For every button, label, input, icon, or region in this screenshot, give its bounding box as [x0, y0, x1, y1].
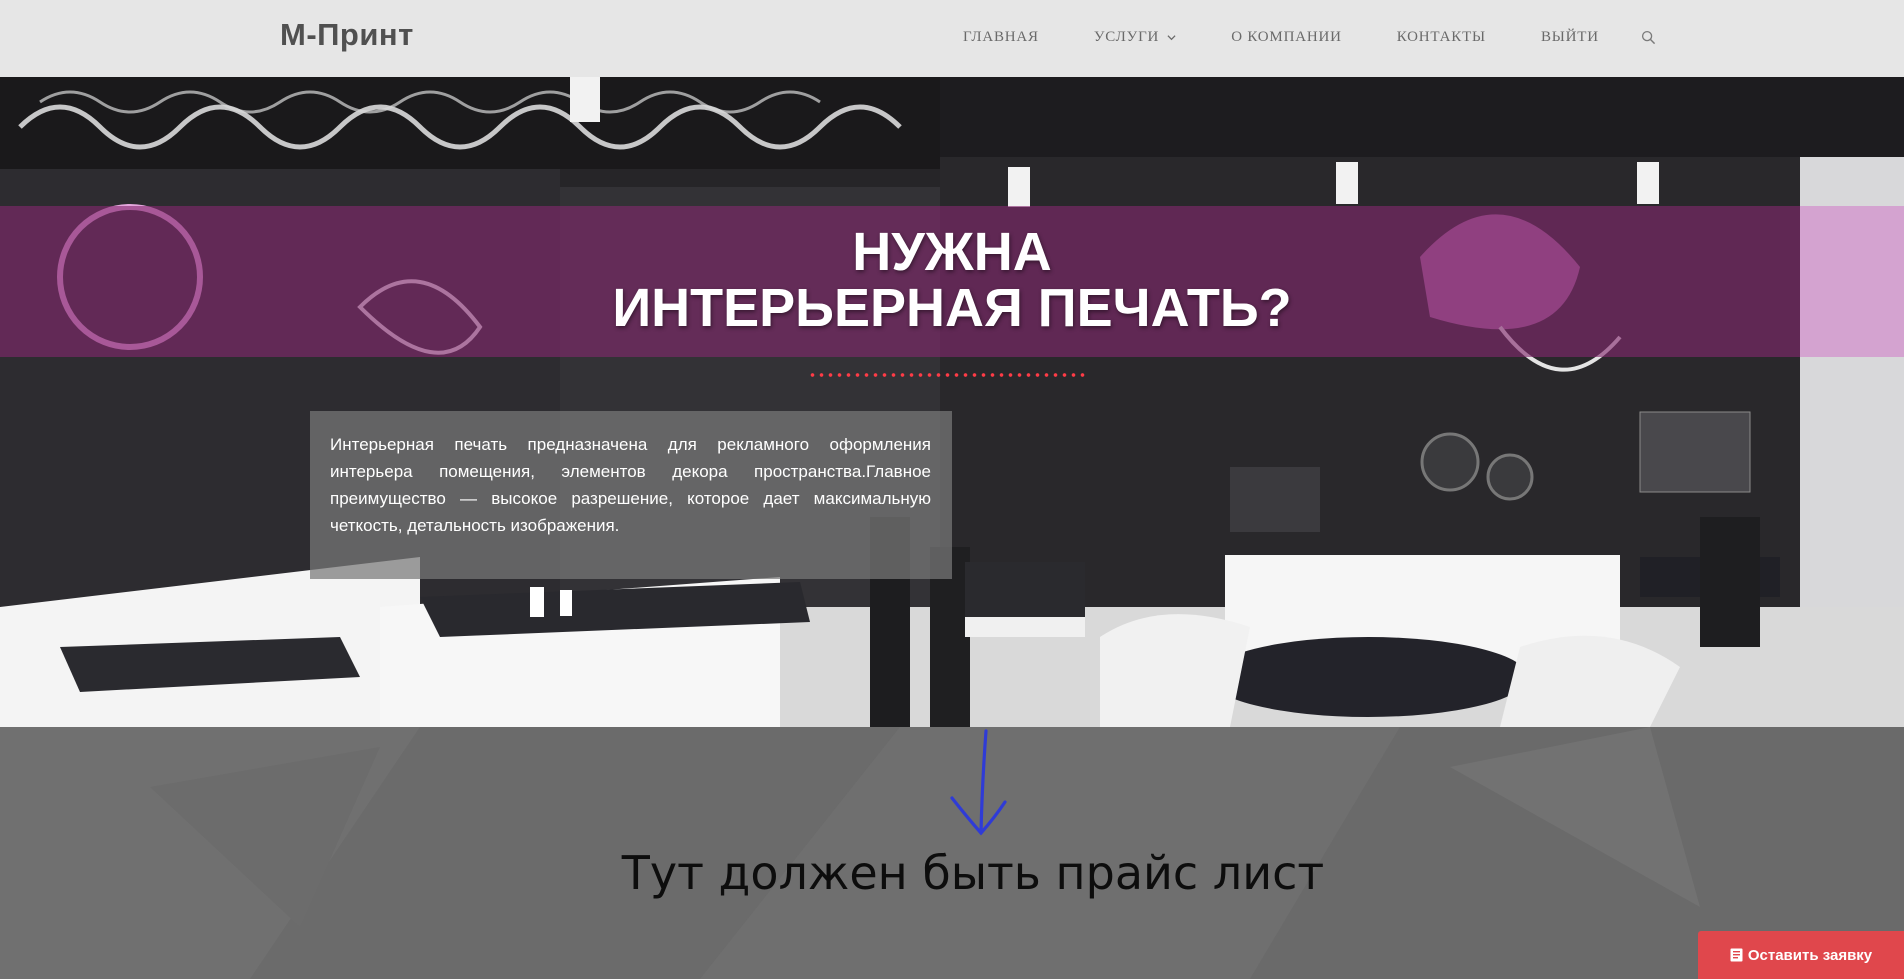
price-list-placeholder: Тут должен быть прайс лист	[621, 846, 1325, 900]
hero-description: Интерьерная печать предназначена для рек…	[330, 435, 931, 535]
hero-section: НУЖНА ИНТЕРЬЕРНАЯ ПЕЧАТЬ? Интерьерная пе…	[0, 77, 1904, 727]
nav-item-about-label: О КОМПАНИИ	[1231, 28, 1342, 45]
arrow-down-icon	[950, 729, 1007, 836]
hero-title-line1: НУЖНА	[852, 222, 1052, 282]
leave-request-label: Оставить заявку	[1747, 946, 1873, 964]
site-header: М-Принт ГЛАВНАЯ УСЛУГИ О КОМПАНИИ КОНТАК…	[0, 0, 1904, 77]
description-box: Интерьерная печать предназначена для рек…	[310, 411, 952, 579]
nav-item-contacts-label: КОНТАКТЫ	[1396, 28, 1486, 45]
nav-item-logout-label: ВЫЙТИ	[1540, 28, 1599, 45]
chevron-down-icon	[1167, 34, 1176, 40]
hero-title: НУЖНА ИНТЕРЬЕРНАЯ ПЕЧАТЬ?	[0, 224, 1904, 336]
dotted-divider	[808, 372, 1088, 378]
hero-background-image	[0, 77, 1904, 727]
nav-item-about[interactable]: О КОМПАНИИ	[1231, 29, 1342, 46]
search-icon[interactable]	[1641, 30, 1656, 45]
leave-request-button[interactable]: Оставить заявку	[1698, 931, 1904, 979]
nav-item-home[interactable]: ГЛАВНАЯ	[963, 29, 1039, 46]
nav-item-logout[interactable]: ВЫЙТИ	[1541, 29, 1599, 46]
nav-item-contacts[interactable]: КОНТАКТЫ	[1397, 29, 1486, 46]
nav-item-services[interactable]: УСЛУГИ	[1094, 29, 1176, 46]
nav-item-home-label: ГЛАВНАЯ	[963, 28, 1039, 45]
main-nav: ГЛАВНАЯ УСЛУГИ О КОМПАНИИ КОНТАКТЫ ВЫЙТИ	[963, 27, 1656, 47]
hero-title-line2: ИНТЕРЬЕРНАЯ ПЕЧАТЬ?	[612, 278, 1292, 338]
nav-item-services-label: УСЛУГИ	[1093, 28, 1160, 45]
document-icon	[1730, 948, 1743, 962]
site-logo[interactable]: М-Принт	[280, 17, 414, 53]
